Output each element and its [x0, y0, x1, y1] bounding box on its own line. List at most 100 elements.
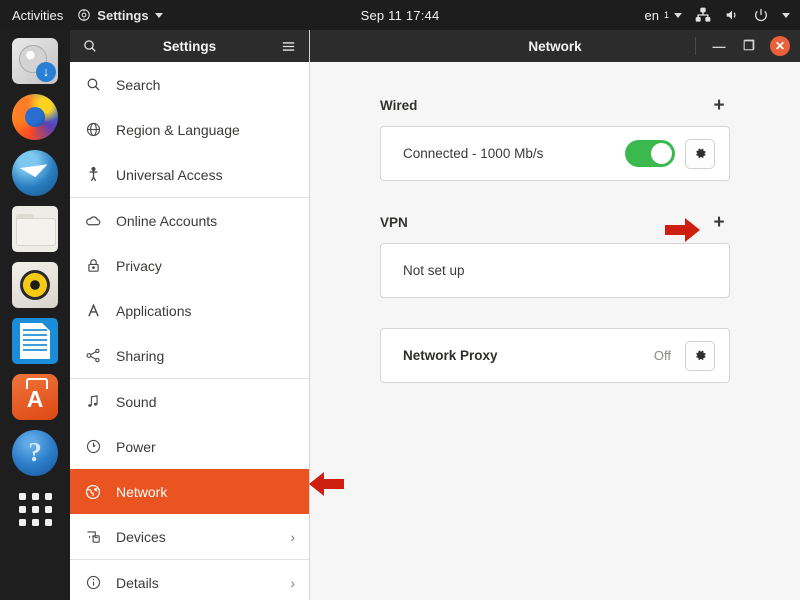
maximize-button[interactable]: ❐ [740, 37, 758, 55]
wired-settings-button[interactable] [685, 138, 715, 169]
keyboard-layout-indicator[interactable]: en 1 [645, 8, 682, 23]
top-bar-left: Activities Settings [0, 8, 163, 23]
network-panel: Wired + Connected - 1000 Mb/s VPN + Not … [310, 62, 800, 383]
screen: Activities Settings Sep 11 17:44 en 1 ↓ … [0, 0, 800, 600]
dock-item-files[interactable] [12, 206, 58, 252]
sidebar-item-label: Region & Language [116, 121, 240, 138]
sidebar-item-applications[interactable]: Applications [70, 288, 309, 333]
network-proxy-card: Network Proxy Off [380, 328, 730, 383]
settings-gear-icon [77, 8, 91, 22]
sidebar-title: Settings [162, 38, 217, 54]
sidebar-item-list: Search Region & Language Universal Acces… [70, 62, 309, 600]
sidebar-item-privacy[interactable]: Privacy [70, 243, 309, 288]
sidebar-item-label: Devices [116, 528, 166, 545]
wired-toggle[interactable] [625, 140, 675, 167]
sidebar-item-power[interactable]: Power [70, 424, 309, 469]
sidebar-item-label: Privacy [116, 257, 162, 274]
chevron-down-icon [154, 12, 163, 18]
sidebar-item-label: Details [116, 574, 159, 591]
network-wired-icon[interactable] [695, 7, 711, 23]
vpn-status-row: Not set up [381, 244, 729, 297]
settings-window: Settings Search Region & Language Univer… [70, 30, 800, 600]
power-circle-icon [84, 438, 102, 456]
dock-item-help[interactable] [12, 430, 58, 476]
sidebar-item-universal-access[interactable]: Universal Access [70, 152, 309, 197]
chevron-right-icon: › [290, 574, 295, 591]
cloud-icon [84, 212, 102, 230]
dock-item-install-ubuntu[interactable] [12, 38, 58, 84]
applications-a-icon [84, 302, 102, 320]
system-status-area[interactable]: en 1 [645, 0, 790, 30]
chevron-down-icon[interactable] [782, 12, 790, 18]
network-proxy-label: Network Proxy [403, 348, 498, 363]
sidebar-item-label: Sound [116, 393, 157, 410]
globe-icon [84, 121, 102, 139]
wired-connection-label: Connected - 1000 Mb/s [403, 146, 544, 161]
info-circle-icon [84, 574, 102, 592]
app-menu-button[interactable]: Settings [77, 7, 163, 23]
app-menu-label: Settings [97, 7, 149, 23]
dock-item-ubuntu-software[interactable] [12, 374, 58, 420]
show-applications-button[interactable] [12, 486, 58, 532]
sidebar-item-label: Applications [116, 302, 192, 319]
chevron-right-icon: › [290, 528, 295, 545]
volume-icon[interactable] [724, 7, 740, 23]
sidebar-item-devices[interactable]: Devices › [70, 514, 309, 559]
activities-button[interactable]: Activities [12, 8, 63, 23]
sidebar-item-label: Power [116, 438, 156, 455]
sidebar-item-online-accounts[interactable]: Online Accounts [70, 198, 309, 243]
sidebar-item-label: Search [116, 76, 161, 93]
dock-item-rhythmbox[interactable] [12, 262, 58, 308]
window-title: Network [528, 38, 582, 54]
sidebar-item-search[interactable]: Search [70, 62, 309, 107]
search-icon[interactable] [82, 38, 98, 54]
power-icon[interactable] [753, 7, 769, 23]
settings-main-pane: Network — ❐ ✕ Wired + Connected - 1000 M… [310, 30, 800, 600]
globe-network-icon [84, 483, 102, 501]
keyboard-layout-index: 1 [663, 10, 669, 20]
close-button[interactable]: ✕ [770, 36, 790, 56]
sidebar-item-details[interactable]: Details › [70, 560, 309, 600]
hamburger-menu-icon[interactable] [280, 38, 297, 55]
vpn-card: Not set up [380, 243, 730, 298]
add-wired-button[interactable]: + [708, 94, 730, 116]
dock-item-libreoffice-writer[interactable] [12, 318, 58, 364]
gnome-top-bar: Activities Settings Sep 11 17:44 en 1 [0, 0, 800, 30]
window-titlebar: Network — ❐ ✕ [310, 30, 800, 62]
clock[interactable]: Sep 11 17:44 [361, 8, 440, 23]
keyboard-layout-label: en [644, 7, 659, 23]
sidebar-item-label: Online Accounts [116, 212, 218, 229]
network-proxy-row: Network Proxy Off [381, 329, 729, 382]
network-proxy-status: Off [653, 348, 671, 363]
add-vpn-button[interactable]: + [708, 211, 730, 233]
minimize-button[interactable]: — [710, 37, 728, 55]
wired-section-header: Wired + [380, 94, 730, 116]
dock-item-firefox[interactable] [12, 94, 58, 140]
chevron-down-icon [674, 12, 682, 18]
vpn-status-label: Not set up [403, 263, 465, 278]
music-note-icon [84, 393, 102, 411]
window-controls: — ❐ ✕ [695, 30, 790, 62]
sidebar-item-network[interactable]: Network [70, 469, 309, 514]
sidebar-item-sound[interactable]: Sound [70, 379, 309, 424]
settings-sidebar: Settings Search Region & Language Univer… [70, 30, 310, 600]
network-proxy-settings-button[interactable] [685, 340, 715, 371]
share-nodes-icon [84, 347, 102, 365]
sidebar-header: Settings [70, 30, 309, 62]
sidebar-item-region-language[interactable]: Region & Language [70, 107, 309, 152]
ubuntu-dock [0, 30, 70, 600]
dock-item-thunderbird[interactable] [12, 150, 58, 196]
devices-icon [84, 528, 102, 546]
vpn-heading: VPN [380, 214, 408, 230]
wired-connection-row: Connected - 1000 Mb/s [381, 127, 729, 180]
search-icon [84, 76, 102, 94]
toggle-knob [651, 143, 672, 164]
sidebar-item-sharing[interactable]: Sharing [70, 333, 309, 378]
sidebar-item-label: Sharing [116, 347, 165, 364]
lock-icon [84, 257, 102, 275]
titlebar-divider [695, 37, 696, 55]
vpn-section-header: VPN + [380, 211, 730, 233]
sidebar-item-label: Universal Access [116, 166, 223, 183]
